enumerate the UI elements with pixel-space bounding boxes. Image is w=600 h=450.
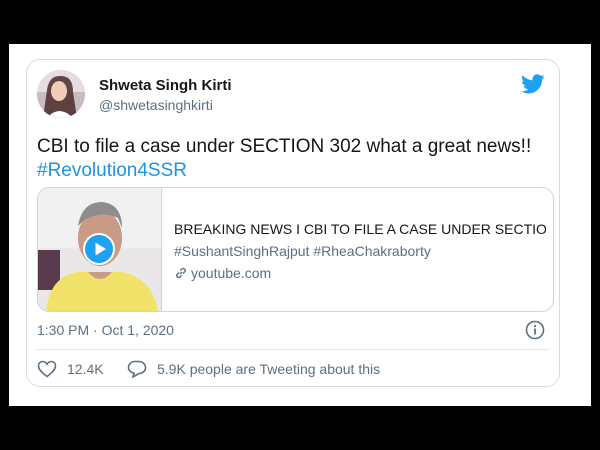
link-card[interactable]: BREAKING NEWS I CBI TO FILE A CASE UNDER… (37, 187, 554, 312)
tweeting-text: 5.9K people are Tweeting about this (157, 361, 381, 377)
like-button[interactable]: 12.4K (37, 360, 104, 378)
speech-bubble-icon (127, 360, 147, 378)
divider (37, 349, 549, 350)
video-thumbnail[interactable] (38, 188, 162, 311)
tweet-timestamp[interactable]: 1:30 PM · Oct 1, 2020 (37, 322, 174, 338)
tweet-embed[interactable]: Shweta Singh Kirti @shwetasinghkirti CBI… (26, 59, 560, 387)
twitter-bird-icon[interactable] (521, 72, 545, 96)
info-icon[interactable] (525, 320, 545, 340)
tweet-body: CBI to file a case under SECTION 302 wha… (37, 136, 532, 157)
like-count: 12.4K (67, 361, 104, 377)
tweeting-about-button[interactable]: 5.9K people are Tweeting about this (127, 360, 380, 378)
card-title[interactable]: BREAKING NEWS I CBI TO FILE A CASE UNDER… (174, 221, 546, 237)
heart-icon (37, 360, 57, 378)
card-domain-text: youtube.com (191, 265, 272, 281)
card-domain: youtube.com (174, 265, 271, 281)
hashtag-link[interactable]: #Revolution4SSR (37, 159, 547, 183)
avatar[interactable] (37, 70, 85, 118)
card-description: #SushantSinghRajput #RheaChakraborty (174, 243, 431, 259)
author-handle[interactable]: @shwetasinghkirti (99, 97, 213, 113)
link-icon (176, 267, 186, 279)
play-icon[interactable] (83, 233, 115, 265)
author-name[interactable]: Shweta Singh Kirti (99, 77, 232, 94)
screenshot-frame: Shweta Singh Kirti @shwetasinghkirti CBI… (9, 44, 591, 406)
tweet-text: CBI to file a case under SECTION 302 wha… (37, 135, 547, 183)
